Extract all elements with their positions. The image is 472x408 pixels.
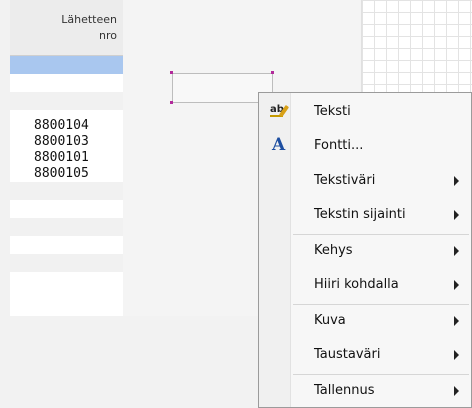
menu-item-label: Kehys [314, 243, 353, 258]
menu-item-tallennus[interactable]: Tallennus [259, 377, 471, 405]
menu-item-label: Tallennus [314, 383, 375, 398]
submenu-arrow-icon [454, 280, 459, 290]
menu-item-kuva[interactable]: Kuva [259, 307, 471, 335]
table-row[interactable] [10, 200, 123, 218]
column-body: 8800104 8800103 8800101 8800105 [10, 56, 123, 316]
submenu-arrow-icon [454, 176, 459, 186]
table-row-spacer [10, 110, 123, 118]
text-edit-icon: ab [269, 104, 290, 118]
resize-handle[interactable] [170, 71, 173, 74]
menu-item-label: Fontti... [314, 138, 364, 153]
menu-item-label: Hiiri kohdalla [314, 277, 399, 292]
context-menu: ab Teksti A Fontti... Tekstiväri Tekstin… [258, 92, 472, 408]
menu-item-hiiri-kohdalla[interactable]: Hiiri kohdalla [259, 271, 471, 299]
column-header-lahetteen-nro[interactable]: Lähetteen nro [10, 0, 123, 56]
table-row[interactable]: 8800103 [10, 134, 123, 150]
table-row[interactable]: 8800105 [10, 166, 123, 182]
table-row[interactable] [10, 92, 123, 110]
table-row[interactable] [10, 182, 123, 200]
column-header-line1: Lähetteen [61, 13, 117, 26]
table-row[interactable]: 8800104 [10, 118, 123, 134]
resize-handle[interactable] [170, 101, 173, 104]
design-grid [362, 0, 472, 92]
menu-item-kehys[interactable]: Kehys [259, 237, 471, 265]
menu-item-tekstivari[interactable]: Tekstiväri [259, 167, 471, 195]
submenu-arrow-icon [454, 210, 459, 220]
table-row-selected[interactable] [10, 56, 123, 74]
menu-separator [293, 304, 469, 305]
menu-item-label: Tekstin sijainti [314, 207, 406, 222]
menu-separator [293, 234, 469, 235]
menu-item-label: Taustaväri [314, 347, 381, 362]
submenu-arrow-icon [454, 386, 459, 396]
table-row[interactable] [10, 74, 123, 92]
table-row[interactable] [10, 218, 123, 236]
table-row[interactable] [10, 272, 123, 290]
table-row[interactable] [10, 254, 123, 272]
font-icon: A [272, 135, 286, 155]
menu-item-taustavari[interactable]: Taustaväri [259, 341, 471, 369]
menu-item-label: Kuva [314, 313, 346, 328]
menu-separator [293, 374, 469, 375]
column-header-line2: nro [99, 29, 117, 42]
submenu-arrow-icon [454, 316, 459, 326]
table-row[interactable] [10, 236, 123, 254]
menu-item-teksti[interactable]: ab Teksti [259, 98, 471, 126]
table-row[interactable]: 8800101 [10, 150, 123, 166]
menu-item-label: Teksti [314, 104, 351, 119]
menu-item-fontti[interactable]: A Fontti... [259, 132, 471, 160]
menu-item-tekstin-sijainti[interactable]: Tekstin sijainti [259, 201, 471, 229]
submenu-arrow-icon [454, 246, 459, 256]
submenu-arrow-icon [454, 350, 459, 360]
menu-item-label: Tekstiväri [314, 173, 376, 188]
resize-handle[interactable] [271, 71, 274, 74]
